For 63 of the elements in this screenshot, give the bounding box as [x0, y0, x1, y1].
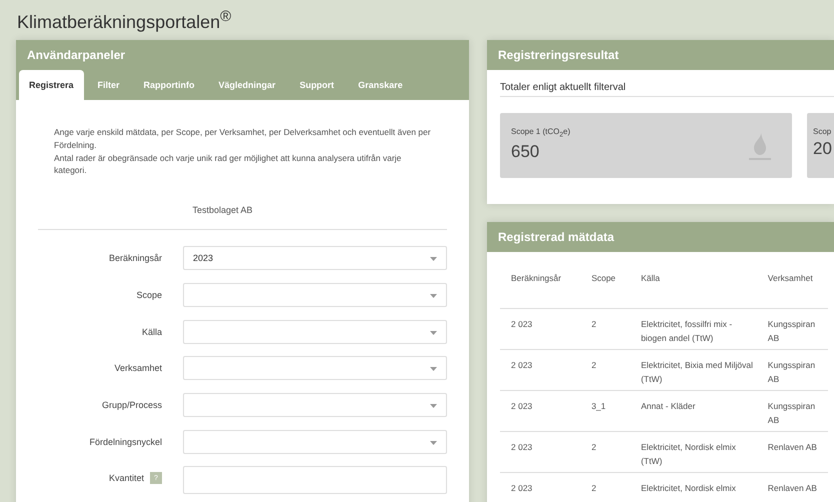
caret-icon	[430, 330, 437, 335]
page-title: Klimatberäkningsportalen$^{®}$	[16, 7, 232, 34]
tab[interactable]: Registrera	[19, 70, 84, 100]
stat-value: 20	[813, 139, 832, 159]
table-cell: Elektricitet, Bixia med Miljöval (TtW)	[640, 360, 753, 384]
stat-label: Scop	[813, 127, 832, 136]
table-cell: 2 023	[511, 360, 532, 370]
table-cell: 2 023	[511, 401, 532, 411]
dropdown-value: 2023	[193, 253, 214, 264]
table-cell: 2 023	[511, 483, 532, 493]
table-cell: Renlaven AB	[768, 483, 817, 493]
table-cell: 2 023	[511, 319, 532, 329]
table-cell: Elektricitet, Nordisk elmix	[640, 483, 736, 493]
tab[interactable]: Vägledningar	[208, 70, 286, 100]
table-cell: 2	[591, 360, 596, 370]
caret-icon	[430, 440, 437, 445]
table-cell: Kungsspiran AB	[768, 360, 816, 384]
dropdown-field[interactable]	[183, 356, 447, 380]
table-cell: 2	[591, 319, 596, 329]
intro-text: Ange varje enskild mätdata, per Scope, per Verksamhet, per Delverksamhet och eventuellt även per Fördelning.	[54, 126, 432, 152]
tab[interactable]: Support	[290, 70, 344, 100]
results-subtitle: Totaler enligt aktuellt filterval	[500, 70, 834, 97]
table-cell: 2	[591, 442, 596, 452]
dropdown-field[interactable]	[183, 392, 447, 417]
dropdown-field[interactable]	[183, 282, 447, 307]
caret-icon	[430, 404, 437, 408]
column-header: Scope	[591, 272, 616, 282]
dropdown-field[interactable]: 2023	[183, 246, 447, 270]
caret-icon	[430, 294, 437, 298]
table-cell: 3_1	[591, 401, 606, 411]
column-header: Källa	[640, 272, 660, 282]
tab[interactable]: Rapportinfo	[134, 70, 205, 100]
intro-text: Antal rader är obegränsade och varje unik rad ger möjlighet att kunna analysera utifrån varje kategori.	[54, 152, 402, 178]
panel-title: Registreringsresultat	[498, 48, 619, 62]
table-cell: Annat - Kläder	[640, 401, 696, 411]
field-label: Verksamhet	[114, 363, 162, 374]
column-header: Verksamhet	[768, 272, 813, 282]
stat-label: Scope 1 (tCO$_{2}$e)	[511, 127, 572, 139]
panel-title: Registrerad mätdata	[498, 230, 614, 244]
field-label: Källa	[142, 326, 162, 337]
table-cell: Kungsspiran AB	[768, 401, 816, 425]
tab[interactable]: Granskare	[348, 70, 413, 100]
company-name: Testbolaget AB	[191, 205, 254, 216]
field-label: Beräkningsår	[108, 253, 162, 264]
caret-icon	[430, 257, 437, 262]
dropdown-field[interactable]	[183, 320, 447, 344]
table-cell: 2	[591, 483, 596, 493]
table-cell: Kungsspiran AB	[768, 319, 816, 343]
field-label: Scope	[136, 290, 162, 300]
dropdown-field[interactable]	[183, 430, 447, 454]
stat-value: 650	[511, 142, 540, 162]
input-field[interactable]	[183, 466, 447, 494]
table-cell: Renlaven AB	[768, 442, 817, 452]
field-label: Kvantitet	[108, 473, 144, 484]
field-label: Fördelningsnyckel	[89, 436, 162, 447]
caret-icon	[430, 367, 437, 372]
table-cell: 2 023	[511, 442, 532, 452]
panel-title: Användarpaneler	[27, 48, 126, 62]
table-cell: Elektricitet, fossilfri mix - biogen andel (TtW)	[640, 319, 732, 343]
tab[interactable]: Filter	[88, 70, 130, 100]
column-header: Beräkningsår	[511, 272, 562, 282]
field-label: Grupp/Process	[102, 400, 162, 410]
table-cell: Elektricitet, Nordisk elmix (TtW)	[640, 442, 736, 466]
